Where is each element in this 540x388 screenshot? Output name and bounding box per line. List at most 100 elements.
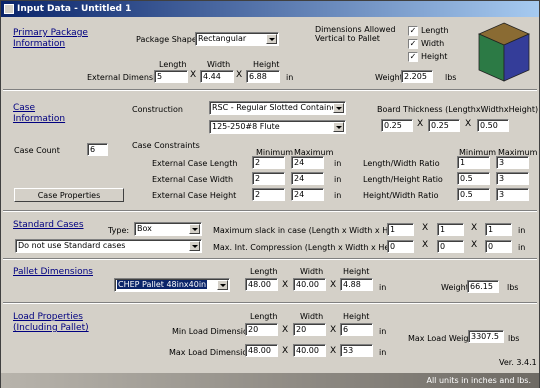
package-length-input[interactable]: 5	[154, 70, 188, 83]
pallet-select[interactable]: CHEP Pallet 48inx40in	[114, 278, 230, 292]
package-height-input[interactable]: 6.88	[246, 70, 280, 83]
times-sign: X	[330, 325, 337, 335]
package-shape-select[interactable]: Rectangular	[195, 32, 279, 46]
standard-cases-value: Do not use Standard cases	[18, 241, 126, 250]
dropdown-arrow-icon[interactable]	[217, 280, 228, 290]
times-sign: X	[330, 280, 337, 290]
col-height-label: Height	[253, 60, 280, 69]
times-sign: X	[282, 346, 289, 356]
times-sign: X	[330, 346, 337, 356]
col-width-label: Width	[207, 60, 231, 69]
times-sign: X	[422, 223, 429, 233]
case-length-min-input[interactable]: 2	[252, 156, 285, 169]
board-height-input[interactable]: 0.50	[477, 119, 509, 132]
section-case: Case Information	[13, 103, 65, 125]
times-sign: X	[190, 70, 197, 80]
case-width-label: External Case Width	[152, 175, 234, 184]
weight-unit-label: lbs	[508, 334, 520, 343]
col-length-label: Length	[159, 60, 187, 69]
dims-allowed-label-2: Vertical to Pallet	[315, 34, 380, 43]
checkbox-length-label: Length	[421, 26, 449, 35]
lh-ratio-min-input[interactable]: 0.5	[457, 172, 490, 185]
section-primary-package: Primary Package Information	[13, 28, 88, 50]
slack-length-input[interactable]: 1	[387, 223, 414, 236]
package-width-input[interactable]: 4.44	[200, 70, 234, 83]
max-load-weight-input[interactable]: 3307.5	[468, 330, 504, 343]
slack-width-input[interactable]: 1	[437, 223, 464, 236]
checkbox-length[interactable]: ✓	[408, 26, 418, 36]
pallet-height-input[interactable]: 4.88	[340, 278, 373, 291]
package-shape-value: Rectangular	[198, 34, 247, 43]
dropdown-arrow-icon[interactable]	[266, 34, 277, 44]
hw-ratio-max-input[interactable]: 3	[496, 188, 529, 201]
app-icon	[4, 4, 14, 14]
unit-label: in	[379, 327, 387, 336]
case-count-input[interactable]: 6	[87, 143, 108, 156]
pallet-width-input[interactable]: 40.00	[293, 278, 326, 291]
standard-cases-select[interactable]: Do not use Standard cases	[15, 239, 202, 253]
section-title-line1: Load Properties	[13, 312, 83, 322]
case-width-min-input[interactable]: 2	[252, 172, 285, 185]
case-width-max-input[interactable]: 24	[291, 172, 324, 185]
max-load-width-input[interactable]: 40.00	[293, 344, 326, 357]
times-sign: X	[422, 240, 429, 250]
weight-label: Weight	[375, 73, 403, 82]
pallet-value: CHEP Pallet 48inx40in	[117, 280, 208, 289]
lw-ratio-max-input[interactable]: 3	[496, 156, 529, 169]
checkbox-width[interactable]: ✓	[408, 39, 418, 49]
title-bar: Input Data - Untitled 1	[1, 1, 539, 17]
checkbox-height[interactable]: ✓	[408, 52, 418, 62]
case-height-label: External Case Height	[152, 191, 237, 200]
compression-label: Max. Int. Compression (Length x Width x …	[213, 243, 408, 252]
lh-ratio-label: Length/Height Ratio	[363, 175, 443, 184]
case-count-label: Case Count	[14, 146, 60, 155]
case-height-min-input[interactable]: 2	[252, 188, 285, 201]
unit-label: in	[518, 243, 526, 252]
case-length-max-input[interactable]: 24	[291, 156, 324, 169]
hw-ratio-min-input[interactable]: 0.5	[457, 188, 490, 201]
type-select[interactable]: Box	[134, 222, 202, 236]
checkbox-width-label: Width	[421, 39, 445, 48]
dropdown-arrow-icon[interactable]	[333, 103, 344, 113]
weight-unit-label: lbs	[445, 73, 457, 82]
min-load-length-input[interactable]: 20	[245, 323, 278, 336]
construction-value: RSC - Regular Slotted Container	[212, 103, 340, 112]
pallet-weight-input[interactable]: 66.15	[467, 280, 499, 293]
slack-height-input[interactable]: 1	[485, 223, 512, 236]
pallet-length-input[interactable]: 48.00	[245, 278, 278, 291]
package-weight-input[interactable]: 2.205	[401, 70, 433, 83]
separator	[3, 258, 537, 260]
compression-height-input[interactable]: 0	[485, 240, 512, 253]
min-load-width-input[interactable]: 20	[293, 323, 326, 336]
construction-label: Construction	[132, 105, 183, 114]
compression-length-input[interactable]: 0	[387, 240, 414, 253]
dropdown-arrow-icon[interactable]	[333, 122, 344, 132]
input-data-window: Input Data - Untitled 1 Primary Package …	[0, 0, 540, 388]
unit-label: in	[334, 175, 342, 184]
max-load-height-input[interactable]: 53	[340, 344, 373, 357]
dropdown-arrow-icon[interactable]	[189, 241, 200, 251]
max-load-length-input[interactable]: 48.00	[245, 344, 278, 357]
board-width-input[interactable]: 0.25	[428, 119, 460, 132]
compression-width-input[interactable]: 0	[437, 240, 464, 253]
dropdown-arrow-icon[interactable]	[189, 224, 200, 234]
window-title: Input Data - Untitled 1	[17, 4, 132, 14]
lw-ratio-min-input[interactable]: 1	[457, 156, 490, 169]
board-length-input[interactable]: 0.25	[381, 119, 413, 132]
case-height-max-input[interactable]: 24	[291, 188, 324, 201]
construction-select[interactable]: RSC - Regular Slotted Container	[209, 101, 346, 115]
max-load-weight-label: Max Load Weight	[408, 334, 477, 343]
lh-ratio-max-input[interactable]: 3	[496, 172, 529, 185]
times-sign: X	[282, 325, 289, 335]
separator	[3, 89, 537, 91]
col-length-label: Length	[250, 312, 278, 321]
case-properties-button[interactable]: Case Properties	[14, 188, 124, 202]
flute-select[interactable]: 125-250#8 Flute	[209, 120, 346, 134]
times-sign: X	[417, 119, 424, 129]
max-load-label: Max Load Dimensions	[169, 348, 257, 357]
type-label: Type:	[108, 226, 130, 235]
section-load-properties: Load Properties (Including Pallet)	[13, 312, 89, 334]
version-label: Ver. 3.4.1	[499, 358, 537, 367]
slack-label: Maximum slack in case (Length x Width x …	[213, 226, 412, 235]
min-load-height-input[interactable]: 6	[340, 323, 373, 336]
